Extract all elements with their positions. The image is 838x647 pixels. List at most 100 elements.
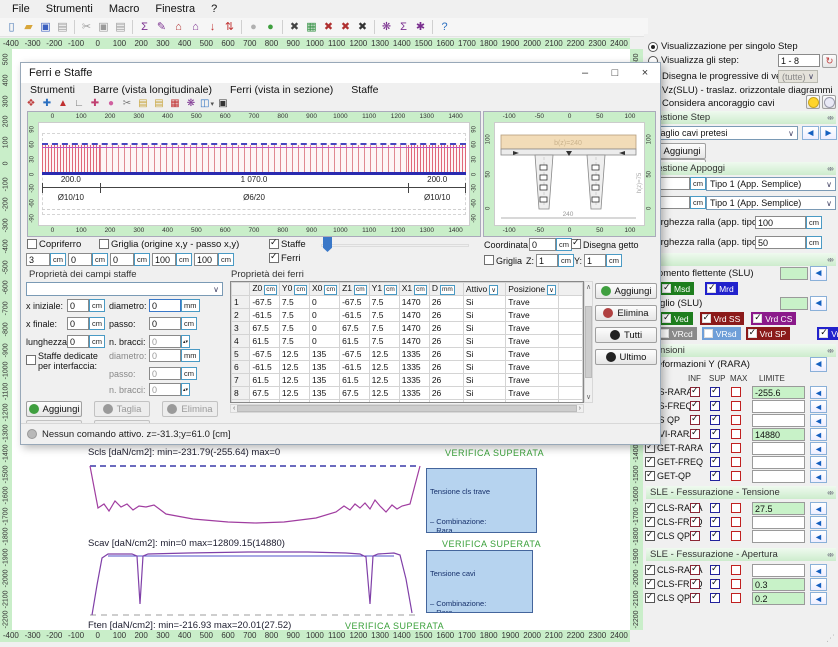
unit-chip[interactable]: cm bbox=[384, 285, 397, 295]
max-checkbox[interactable] bbox=[731, 429, 741, 439]
series-chip-vrcd[interactable]: VRcd bbox=[658, 327, 697, 340]
row-enable-checkbox[interactable] bbox=[645, 503, 655, 513]
measure-icon[interactable]: ∟ bbox=[71, 97, 87, 111]
inf-checkbox[interactable] bbox=[690, 579, 700, 589]
section-view[interactable]: -100-50050100 -100-50050100 100500 10050… bbox=[483, 111, 656, 237]
dialog-menu-ferri[interactable]: Ferri (vista in sezione) bbox=[221, 83, 342, 97]
table-cell[interactable]: 1335 bbox=[399, 374, 429, 387]
table-cell[interactable]: 26 bbox=[429, 335, 463, 348]
new-document-icon[interactable]: ▯ bbox=[3, 19, 20, 35]
table-cell[interactable]: Si bbox=[463, 335, 505, 348]
dialog-menu-barre[interactable]: Barre (vista longitudinale) bbox=[84, 83, 221, 97]
max-checkbox[interactable] bbox=[731, 503, 741, 513]
pick-limit-button[interactable]: ◄ bbox=[810, 516, 827, 529]
elimina-button[interactable]: Elimina bbox=[595, 305, 657, 321]
unit-chip[interactable]: cm bbox=[806, 236, 822, 249]
tool-dark-2-icon[interactable]: ✖ bbox=[354, 19, 371, 35]
pick-limit-button[interactable]: ◄ bbox=[810, 592, 827, 605]
table-cell[interactable]: 12.5 bbox=[279, 361, 309, 374]
unit-chip[interactable]: cm bbox=[690, 177, 706, 190]
limit-input[interactable]: 0.2 bbox=[752, 592, 805, 605]
unit-chip[interactable]: cm bbox=[89, 317, 105, 330]
tool-red-2-icon[interactable]: ✖ bbox=[337, 19, 354, 35]
griglia-checkbox[interactable] bbox=[99, 239, 109, 249]
table-cell[interactable]: 7.5 bbox=[369, 322, 399, 335]
unit-chip[interactable]: mm bbox=[440, 285, 455, 295]
spinner[interactable]: ▴▾ bbox=[181, 335, 190, 348]
chip-checkbox[interactable] bbox=[707, 284, 716, 293]
table-cell[interactable]: 12.5 bbox=[279, 374, 309, 387]
minimize-button[interactable]: – bbox=[570, 63, 600, 83]
table-cell[interactable]: 12.5 bbox=[369, 348, 399, 361]
table-cell[interactable]: 12.5 bbox=[279, 348, 309, 361]
table-cell[interactable]: 7.5 bbox=[369, 309, 399, 322]
unit-chip[interactable]: cm bbox=[294, 285, 307, 295]
table-cell[interactable]: 17.5 bbox=[369, 400, 399, 404]
table-cell[interactable]: 1470 bbox=[399, 322, 429, 335]
inf-checkbox[interactable] bbox=[690, 415, 700, 425]
add-bar-icon[interactable]: ✚ bbox=[39, 97, 55, 111]
momento-pick-button[interactable]: ◄ bbox=[810, 266, 827, 281]
table-cell[interactable]: Trave bbox=[506, 361, 559, 374]
steps-range-input[interactable]: 1 - 8 bbox=[778, 54, 820, 67]
table-cell[interactable]: 7.5 bbox=[279, 296, 309, 309]
column-header-y1[interactable]: Y1cm bbox=[369, 283, 399, 296]
section-diagrammi[interactable]: «» bbox=[646, 253, 836, 266]
pick-limit-button[interactable]: ◄ bbox=[810, 428, 827, 441]
y-input[interactable]: 1 bbox=[584, 254, 606, 267]
step-select[interactable]: Taglio cavi pretesi bbox=[652, 126, 798, 140]
ralla4-input[interactable]: 50 bbox=[755, 236, 806, 249]
limit-input[interactable] bbox=[752, 564, 805, 577]
table-a-icon[interactable]: ▤ bbox=[135, 97, 151, 111]
table-cell[interactable]: Trave bbox=[506, 322, 559, 335]
series-chip-vrd-ss[interactable]: Vrd SS bbox=[700, 312, 745, 325]
table-cell[interactable]: -67.5 bbox=[250, 296, 280, 309]
table-cell[interactable]: Trave bbox=[506, 374, 559, 387]
table-cell[interactable]: 1335 bbox=[399, 361, 429, 374]
table-cell[interactable]: 135 bbox=[310, 387, 340, 400]
bracci2-input[interactable]: 0 bbox=[149, 383, 181, 396]
unit-chip[interactable]: cm bbox=[181, 317, 197, 330]
split-view-icon[interactable]: ◫ bbox=[199, 97, 215, 111]
tool-red-1-icon[interactable]: ✖ bbox=[320, 19, 337, 35]
dialog-menu-strumenti[interactable]: Strumenti bbox=[21, 83, 84, 97]
max-checkbox[interactable] bbox=[731, 593, 741, 603]
radio-single-step[interactable] bbox=[648, 42, 658, 52]
momento-value-box[interactable] bbox=[780, 267, 808, 280]
table-cell[interactable]: Trave bbox=[506, 296, 559, 309]
table-cell[interactable]: -61.5 bbox=[340, 309, 370, 322]
table-cell[interactable]: 5 bbox=[232, 348, 250, 361]
chip-checkbox[interactable] bbox=[662, 314, 671, 323]
table-row[interactable]: 9-64.517.5135-64.517.5133516SiTrave bbox=[232, 400, 583, 404]
table-cell[interactable]: Si bbox=[463, 400, 505, 404]
sup-checkbox[interactable] bbox=[710, 387, 720, 397]
pick-limit-button[interactable]: ◄ bbox=[810, 470, 827, 483]
unit-chip[interactable]: ∨ bbox=[489, 285, 498, 295]
beam-longitudinal-view[interactable]: 0100200300400500600700800900100011001200… bbox=[27, 111, 481, 237]
maximize-button[interactable]: □ bbox=[600, 63, 630, 83]
disegna-getto-checkbox[interactable] bbox=[571, 239, 581, 249]
staffe-checkbox[interactable] bbox=[269, 239, 279, 249]
collapse-icon[interactable]: «» bbox=[827, 346, 832, 355]
table-cell[interactable]: 1335 bbox=[399, 348, 429, 361]
table-cell[interactable]: 135 bbox=[310, 348, 340, 361]
column-header-z1[interactable]: Z1cm bbox=[340, 283, 370, 296]
section-gestione-step[interactable]: Gestione Step «» bbox=[646, 111, 836, 124]
table-cell[interactable]: 2 bbox=[232, 309, 250, 322]
table-b-icon[interactable]: ▤ bbox=[151, 97, 167, 111]
inf-checkbox[interactable] bbox=[690, 503, 700, 513]
table-cell[interactable]: 12.5 bbox=[279, 387, 309, 400]
limit-input[interactable] bbox=[752, 414, 805, 427]
staffe-field-select[interactable] bbox=[26, 282, 223, 296]
table-cell[interactable]: -67.5 bbox=[250, 348, 280, 361]
pick-limit-button[interactable]: ◄ bbox=[810, 442, 827, 455]
menu-macro[interactable]: Macro bbox=[101, 2, 148, 16]
series-chip-vrd-in[interactable]: Vrd IN bbox=[817, 327, 838, 340]
table-cell[interactable]: 135 bbox=[310, 374, 340, 387]
passo-input[interactable]: 0 bbox=[149, 317, 181, 330]
unit-chip[interactable]: cm bbox=[806, 216, 822, 229]
table-row[interactable]: 761.512.513561.512.5133526SiTrave bbox=[232, 374, 583, 387]
limit-input[interactable] bbox=[752, 530, 805, 543]
taglio-pick-button[interactable]: ◄ bbox=[810, 296, 827, 311]
table-cell[interactable]: 0 bbox=[310, 296, 340, 309]
